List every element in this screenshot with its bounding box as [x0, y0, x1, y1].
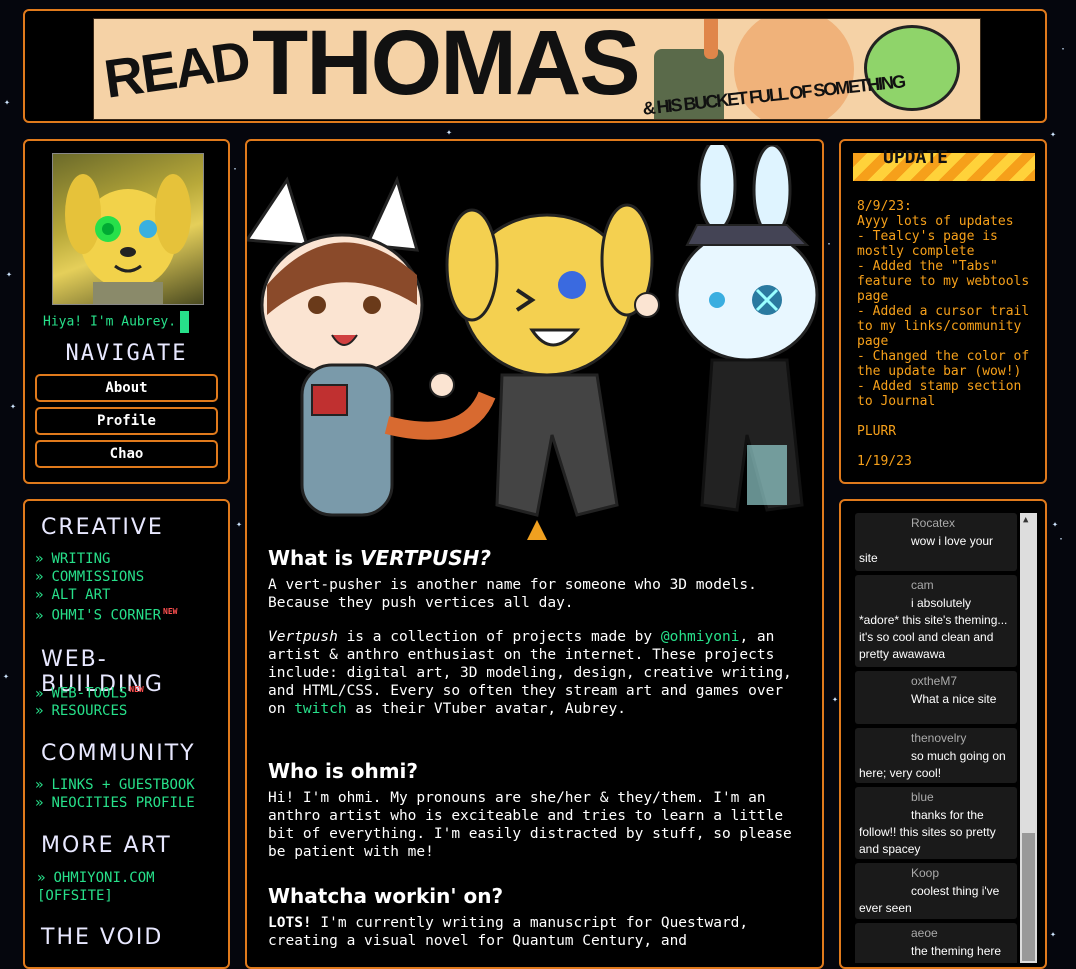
about-vertpush-paragraph: Vertpush is a collection of projects mad…: [268, 629, 792, 717]
guestbook-entry: thenovelry so much going on here; very co…: [855, 728, 1017, 783]
more-art-heading: MORE ART: [41, 833, 172, 858]
community-heading: COMMUNITY: [41, 741, 196, 766]
updates-log: 8/9/23: Ayyy lots of updates - Tealcy's …: [857, 199, 1030, 469]
link-resources[interactable]: » RESOURCES: [35, 703, 127, 719]
link-writing[interactable]: » WRITING: [35, 551, 110, 567]
guestbook-entry: aeoe the theming here: [855, 923, 1017, 963]
guestbook-list[interactable]: Rocatex wow i love your site cam i absolut…: [855, 513, 1019, 963]
guestbook-scrollbar[interactable]: ▲: [1020, 513, 1037, 963]
update-bar: UPDATE: [853, 147, 1035, 181]
character-bunny-art: [675, 138, 819, 512]
guestbook-entry: Rocatex wow i love your site: [855, 513, 1017, 571]
guestbook-entry: Koop coolest thing i've ever seen: [855, 863, 1017, 919]
new-badge: NEW: [163, 607, 178, 616]
banner-read-text: READ: [100, 30, 253, 110]
who-is-paragraph: Hi! I'm ohmi. My pronouns are she/her & …: [268, 790, 792, 860]
hero-character-art: [244, 138, 822, 566]
guestbook-entry: cam i absolutely *adore* this site's them…: [855, 575, 1017, 667]
link-alt-art[interactable]: » ALT ART: [35, 587, 110, 603]
greeting-text: Hiya! I'm Aubrey.: [43, 311, 213, 333]
section-heading-working-on: Whatcha workin' on?: [268, 884, 504, 908]
profile-button[interactable]: Profile: [35, 407, 218, 435]
banner-thomas-text: THOMAS: [252, 18, 641, 114]
working-on-paragraph: LOTS! I'm currently writing a manuscript…: [268, 915, 749, 949]
scroll-up-icon[interactable]: ▲: [1023, 515, 1028, 525]
about-button[interactable]: About: [35, 374, 218, 402]
character-cat-art: [244, 175, 496, 517]
sidebar-nav-panel: Hiya! I'm Aubrey. NAVIGATE About Profile…: [23, 139, 230, 484]
link-neocities-profile[interactable]: » NEOCITIES PROFILE: [35, 795, 195, 811]
guestbook-entry: oxtheM7 What a nice site: [855, 671, 1017, 724]
the-void-heading: THE VOID: [41, 925, 164, 950]
link-links-guestbook[interactable]: » LINKS + GUESTBOOK: [35, 777, 195, 793]
sidebar-links-panel: CREATIVE » WRITING » COMMISSIONS » ALT ART …: [23, 499, 230, 969]
twitch-link[interactable]: twitch: [294, 701, 346, 717]
link-ohmis-corner[interactable]: » OHMI'S CORNER NEW: [35, 607, 177, 624]
ohmiyoni-link[interactable]: @ohmiyoni: [661, 629, 740, 645]
scrollbar-thumb[interactable]: [1022, 833, 1035, 961]
section-heading-what-is: What is VERTPUSH?: [268, 546, 491, 570]
link-ohmiyoni-com[interactable]: » OHMIYONI.COM [OFFSITE]: [37, 869, 217, 905]
banner-image[interactable]: READ THOMAS & HIS BUCKET FULL OF SOMETHI…: [93, 18, 981, 120]
chao-button[interactable]: Chao: [35, 440, 218, 468]
avatar: [52, 153, 204, 305]
link-web-tools[interactable]: » WEB-TOOLS NEW: [35, 685, 144, 702]
header-banner: READ THOMAS & HIS BUCKET FULL OF SOMETHI…: [23, 9, 1047, 123]
text-cursor: [180, 311, 190, 333]
intro-paragraph: A vert-pusher is another name for someon…: [268, 577, 757, 611]
guestbook-panel: Rocatex wow i love your site cam i absolut…: [839, 499, 1047, 969]
new-badge: NEW: [129, 685, 144, 694]
sprite-ship-icon: [527, 520, 547, 566]
nav-heading: NAVIGATE: [65, 341, 188, 366]
main-content-panel: What is VERTPUSH? A vert-pusher is anoth…: [244, 138, 824, 969]
character-aubrey-art: [429, 203, 660, 517]
link-commissions[interactable]: » COMMISSIONS: [35, 569, 144, 585]
section-heading-who-is: Who is ohmi?: [268, 759, 418, 783]
creative-heading: CREATIVE: [41, 515, 164, 540]
updates-panel: UPDATE 8/9/23: Ayyy lots of updates - Te…: [839, 139, 1047, 484]
update-bar-label: UPDATE: [883, 147, 949, 168]
guestbook-entry: blue thanks for the follow!! this sites s…: [855, 787, 1017, 859]
